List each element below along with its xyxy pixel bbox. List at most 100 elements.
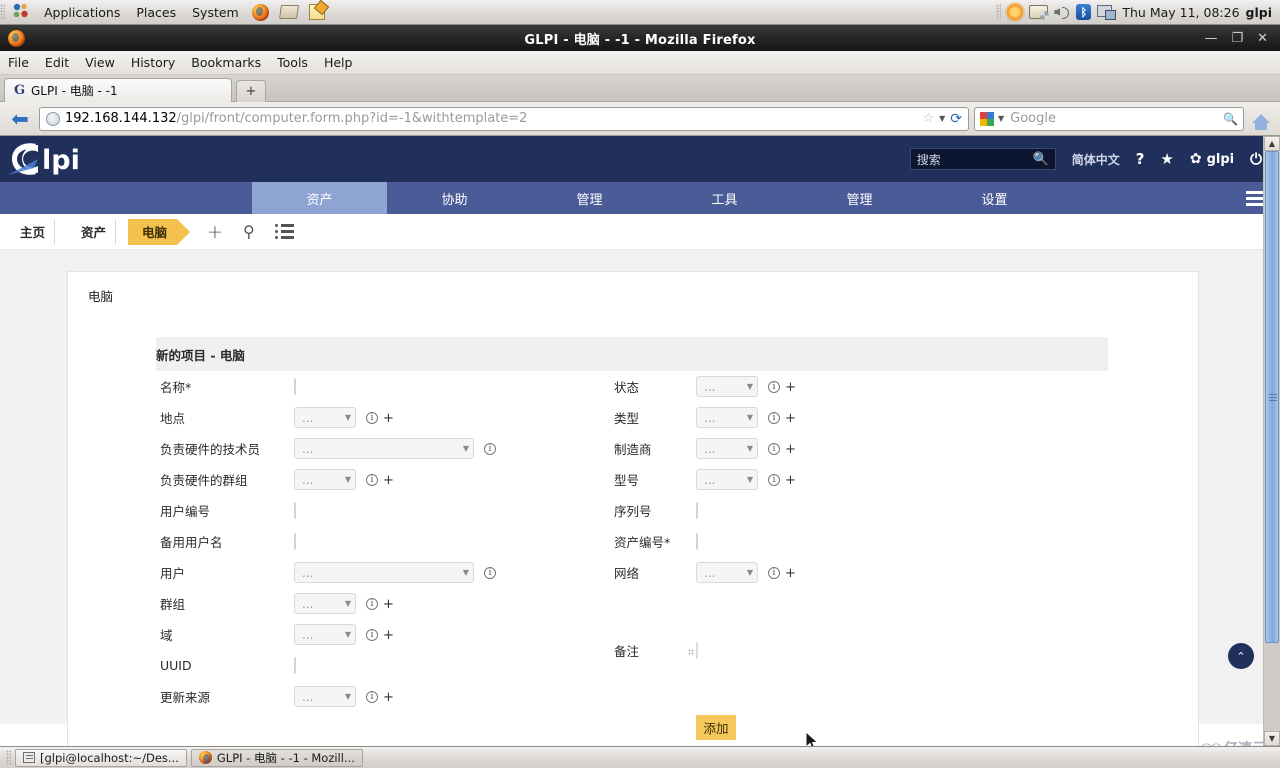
new-tab-button[interactable]: + bbox=[236, 80, 266, 102]
update-source-dropdown[interactable]: ... ▼ bbox=[294, 686, 356, 707]
back-button[interactable]: ⬅ bbox=[6, 107, 34, 131]
serial-number-input[interactable] bbox=[696, 502, 698, 519]
asset-number-input[interactable] bbox=[696, 533, 698, 550]
info-icon[interactable]: i bbox=[767, 474, 780, 486]
text-editor-icon[interactable] bbox=[307, 2, 327, 22]
menu-file[interactable]: File bbox=[0, 53, 37, 72]
user-number-input[interactable] bbox=[294, 502, 296, 519]
reload-icon[interactable]: ⟳ bbox=[950, 111, 962, 127]
browser-tab[interactable]: G GLPI - 电脑 - -1 bbox=[4, 78, 232, 102]
nav-item-management[interactable]: 管理 bbox=[522, 182, 657, 214]
menu-view[interactable]: View bbox=[77, 53, 123, 72]
menu-edit[interactable]: Edit bbox=[37, 53, 77, 72]
network-dropdown[interactable]: ... ▼ bbox=[696, 562, 758, 583]
update-manager-icon[interactable] bbox=[1007, 4, 1024, 20]
add-domain-icon[interactable]: + bbox=[383, 628, 394, 643]
nav-item-tools[interactable]: 工具 bbox=[657, 182, 792, 214]
info-icon[interactable]: i bbox=[365, 598, 378, 610]
model-dropdown[interactable]: ... ▼ bbox=[696, 469, 758, 490]
maximize-button[interactable]: ❐ bbox=[1231, 32, 1243, 45]
page-scrollbar[interactable]: ▲ ▼ bbox=[1263, 136, 1280, 746]
search-icon[interactable]: ⚲ bbox=[243, 222, 255, 241]
info-icon[interactable]: i bbox=[767, 412, 780, 424]
dictionary-icon[interactable] bbox=[278, 2, 299, 22]
info-icon[interactable]: i bbox=[483, 567, 496, 579]
help-icon[interactable]: ? bbox=[1136, 150, 1145, 168]
info-icon[interactable]: i bbox=[483, 443, 496, 455]
menu-history[interactable]: History bbox=[123, 53, 183, 72]
scrollbar-track[interactable] bbox=[1264, 151, 1280, 731]
technician-group-dropdown[interactable]: ... ▼ bbox=[294, 469, 356, 490]
firefox-icon[interactable] bbox=[251, 2, 271, 22]
nav-item-administration[interactable]: 管理 bbox=[792, 182, 927, 214]
glpi-logo[interactable]: lpi bbox=[6, 136, 106, 182]
breadcrumb-item-home[interactable]: 主页 bbox=[6, 219, 55, 245]
add-technician-group-icon[interactable]: + bbox=[383, 473, 394, 488]
home-button[interactable] bbox=[1248, 107, 1274, 131]
add-update-source-icon[interactable]: + bbox=[383, 690, 394, 705]
taskbar-item-terminal[interactable]: [glpi@localhost:~/Des... bbox=[15, 748, 187, 767]
location-dropdown[interactable]: ... ▼ bbox=[294, 407, 356, 428]
technician-dropdown[interactable]: ... ▼ bbox=[294, 438, 474, 459]
alternate-username-input[interactable] bbox=[294, 533, 296, 550]
status-dropdown[interactable]: ... ▼ bbox=[696, 376, 758, 397]
scroll-down-button[interactable]: ▼ bbox=[1264, 731, 1280, 746]
add-item-icon[interactable]: + bbox=[207, 221, 223, 243]
add-button[interactable]: 添加 bbox=[696, 714, 736, 740]
taskbar-item-firefox[interactable]: GLPI - 电脑 - -1 - Mozill... bbox=[190, 748, 363, 767]
info-icon[interactable]: i bbox=[767, 567, 780, 579]
manufacturer-dropdown[interactable]: ... ▼ bbox=[696, 438, 758, 459]
back-to-top-button[interactable]: ⌃ bbox=[1228, 643, 1254, 669]
info-icon[interactable]: i bbox=[767, 381, 780, 393]
chevron-down-icon[interactable]: ▼ bbox=[939, 114, 945, 123]
bookmark-star-icon[interactable]: ☆ bbox=[922, 111, 934, 126]
breadcrumb-item-computers[interactable]: 电脑 bbox=[128, 218, 191, 245]
printer-icon[interactable] bbox=[1029, 5, 1050, 20]
menu-places[interactable]: Places bbox=[129, 2, 183, 23]
scroll-up-button[interactable]: ▲ bbox=[1264, 136, 1280, 151]
bluetooth-icon[interactable]: ᛒ bbox=[1076, 4, 1092, 20]
minimize-button[interactable]: — bbox=[1204, 32, 1217, 45]
info-icon[interactable]: i bbox=[365, 474, 378, 486]
info-icon[interactable]: i bbox=[365, 412, 378, 424]
info-icon[interactable]: i bbox=[767, 443, 780, 455]
uuid-input[interactable] bbox=[294, 657, 296, 674]
type-dropdown[interactable]: ... ▼ bbox=[696, 407, 758, 428]
menu-bookmarks[interactable]: Bookmarks bbox=[183, 53, 269, 72]
star-icon[interactable]: ★ bbox=[1160, 150, 1173, 168]
search-engine-chevron-icon[interactable]: ▼ bbox=[998, 114, 1004, 123]
menu-system[interactable]: System bbox=[185, 2, 246, 23]
comment-textarea[interactable] bbox=[696, 641, 698, 659]
search-icon[interactable]: 🔍 bbox=[1033, 152, 1049, 167]
info-icon[interactable]: i bbox=[365, 691, 378, 703]
add-type-icon[interactable]: + bbox=[785, 411, 796, 426]
domain-dropdown[interactable]: ... ▼ bbox=[294, 624, 356, 645]
menu-tools[interactable]: Tools bbox=[269, 53, 316, 72]
clock[interactable]: Thu May 11, 08:26 bbox=[1122, 5, 1239, 20]
close-button[interactable]: ✕ bbox=[1257, 32, 1268, 45]
binoculars-icon[interactable]: 🔍 bbox=[1223, 112, 1238, 126]
nav-item-assets[interactable]: 资产 bbox=[252, 182, 387, 214]
name-input[interactable] bbox=[294, 378, 296, 395]
list-view-icon[interactable] bbox=[274, 224, 294, 239]
add-model-icon[interactable]: + bbox=[785, 473, 796, 488]
language-label[interactable]: 简体中文 bbox=[1072, 151, 1120, 168]
settings-user-menu[interactable]: ✿ glpi bbox=[1190, 151, 1234, 167]
address-bar[interactable]: 192.168.144.132/glpi/front/computer.form… bbox=[39, 106, 969, 131]
browser-search-box[interactable]: ▼ Google 🔍 bbox=[974, 106, 1244, 131]
power-icon[interactable]: ⏻ bbox=[1250, 150, 1262, 168]
menu-help[interactable]: Help bbox=[316, 53, 361, 72]
add-group-icon[interactable]: + bbox=[383, 597, 394, 612]
add-network-icon[interactable]: + bbox=[785, 566, 796, 581]
add-manufacturer-icon[interactable]: + bbox=[785, 442, 796, 457]
breadcrumb-item-assets[interactable]: 资产 bbox=[67, 219, 116, 245]
menu-applications[interactable]: Applications bbox=[37, 2, 127, 23]
group-dropdown[interactable]: ... ▼ bbox=[294, 593, 356, 614]
glpi-search-box[interactable]: 搜索 🔍 bbox=[909, 148, 1056, 170]
add-status-icon[interactable]: + bbox=[785, 380, 796, 395]
user-menu[interactable]: glpi bbox=[1246, 5, 1272, 20]
scrollbar-thumb[interactable] bbox=[1265, 151, 1279, 643]
user-dropdown[interactable]: ... ▼ bbox=[294, 562, 474, 583]
add-location-icon[interactable]: + bbox=[383, 411, 394, 426]
nav-item-setup[interactable]: 设置 bbox=[927, 182, 1062, 214]
